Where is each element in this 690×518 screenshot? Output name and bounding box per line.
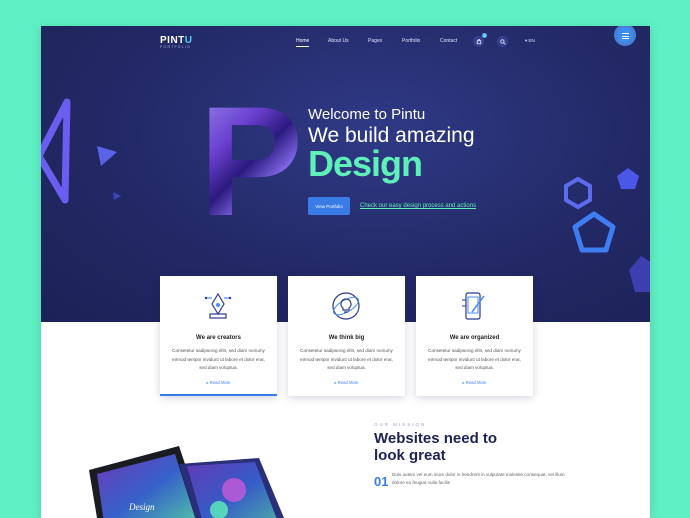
brand-logo[interactable]: PINTU: [160, 36, 193, 46]
website-page: PINTU PORTFOLIO Home About Us Pages Port…: [41, 26, 650, 518]
nav-portfolio[interactable]: Portfolio: [402, 38, 420, 44]
pentagon-corner-shape: [629, 256, 650, 292]
search-button[interactable]: [497, 36, 508, 47]
feature-card-think-big: We think big Consetetur sadipscing elitr…: [288, 276, 405, 396]
brand-tagline: PORTFOLIO: [160, 45, 191, 49]
read-more-link[interactable]: Read More: [416, 380, 533, 385]
card-title: We are organized: [449, 335, 500, 341]
cart-icon: [476, 38, 481, 44]
mockup-screen-text: Design: [128, 502, 155, 512]
nav-home[interactable]: Home: [296, 38, 310, 47]
nav-pages[interactable]: Pages: [368, 38, 382, 44]
read-more-link[interactable]: Read More: [288, 380, 405, 385]
hamburger-menu-button[interactable]: [614, 26, 636, 46]
device-mockup-illustration: Design: [89, 446, 284, 518]
card-body: Consetetur sadipscing elitr, sed diam no…: [300, 348, 393, 371]
feature-card-creators: We are creators Consetetur sadipscing el…: [160, 276, 277, 396]
card-accent-bar: [160, 394, 277, 396]
card-title: We are creators: [196, 335, 241, 341]
phone-design-icon: [462, 292, 485, 320]
mission-eyebrow: OUR MISSION: [374, 422, 427, 427]
pentagon-filled-shape: [617, 168, 639, 189]
view-portfolio-button[interactable]: View Portfolio: [308, 197, 350, 215]
lightbulb-icon: [332, 292, 360, 320]
card-body: Consetetur sadipscing elitr, sed diam no…: [428, 348, 521, 371]
cart-count-badge: 0: [482, 33, 487, 38]
nav-contact[interactable]: Contact: [440, 38, 457, 44]
mission-item-text: Duis autem vel eum iriure dolor in hendr…: [392, 472, 565, 485]
mission-title: Websites need to look great: [374, 430, 498, 464]
search-icon: [499, 38, 506, 45]
hexagon-outline-shape: [564, 176, 592, 210]
nav-about-us[interactable]: About Us: [328, 38, 349, 44]
hamburger-icon: [622, 33, 629, 34]
hero-welcome-text: Welcome to Pintu: [308, 106, 426, 123]
triangle-filled-shape: [97, 146, 117, 166]
top-navigation: PINTU PORTFOLIO Home About Us Pages Port…: [41, 26, 650, 58]
mission-item-number: 01: [374, 474, 389, 489]
triangle-outline-shape: [41, 98, 71, 204]
pentagon-outline-shape: [572, 211, 616, 253]
pen-tool-icon: [204, 292, 232, 319]
feature-card-organized: We are organized Consetetur sadipscing e…: [416, 276, 533, 396]
language-selector[interactable]: ▾ EN: [525, 38, 535, 44]
read-more-link[interactable]: Read More: [160, 380, 277, 385]
hero-highlight-word: Design: [308, 143, 423, 184]
card-body: Consetetur sadipscing elitr, sed diam no…: [172, 348, 265, 371]
triangle-small-shape: [113, 192, 121, 200]
design-process-link[interactable]: Check our easy design process and action…: [360, 203, 476, 209]
hero-big-letter: P: [199, 75, 304, 249]
card-title: We think big: [328, 335, 365, 341]
